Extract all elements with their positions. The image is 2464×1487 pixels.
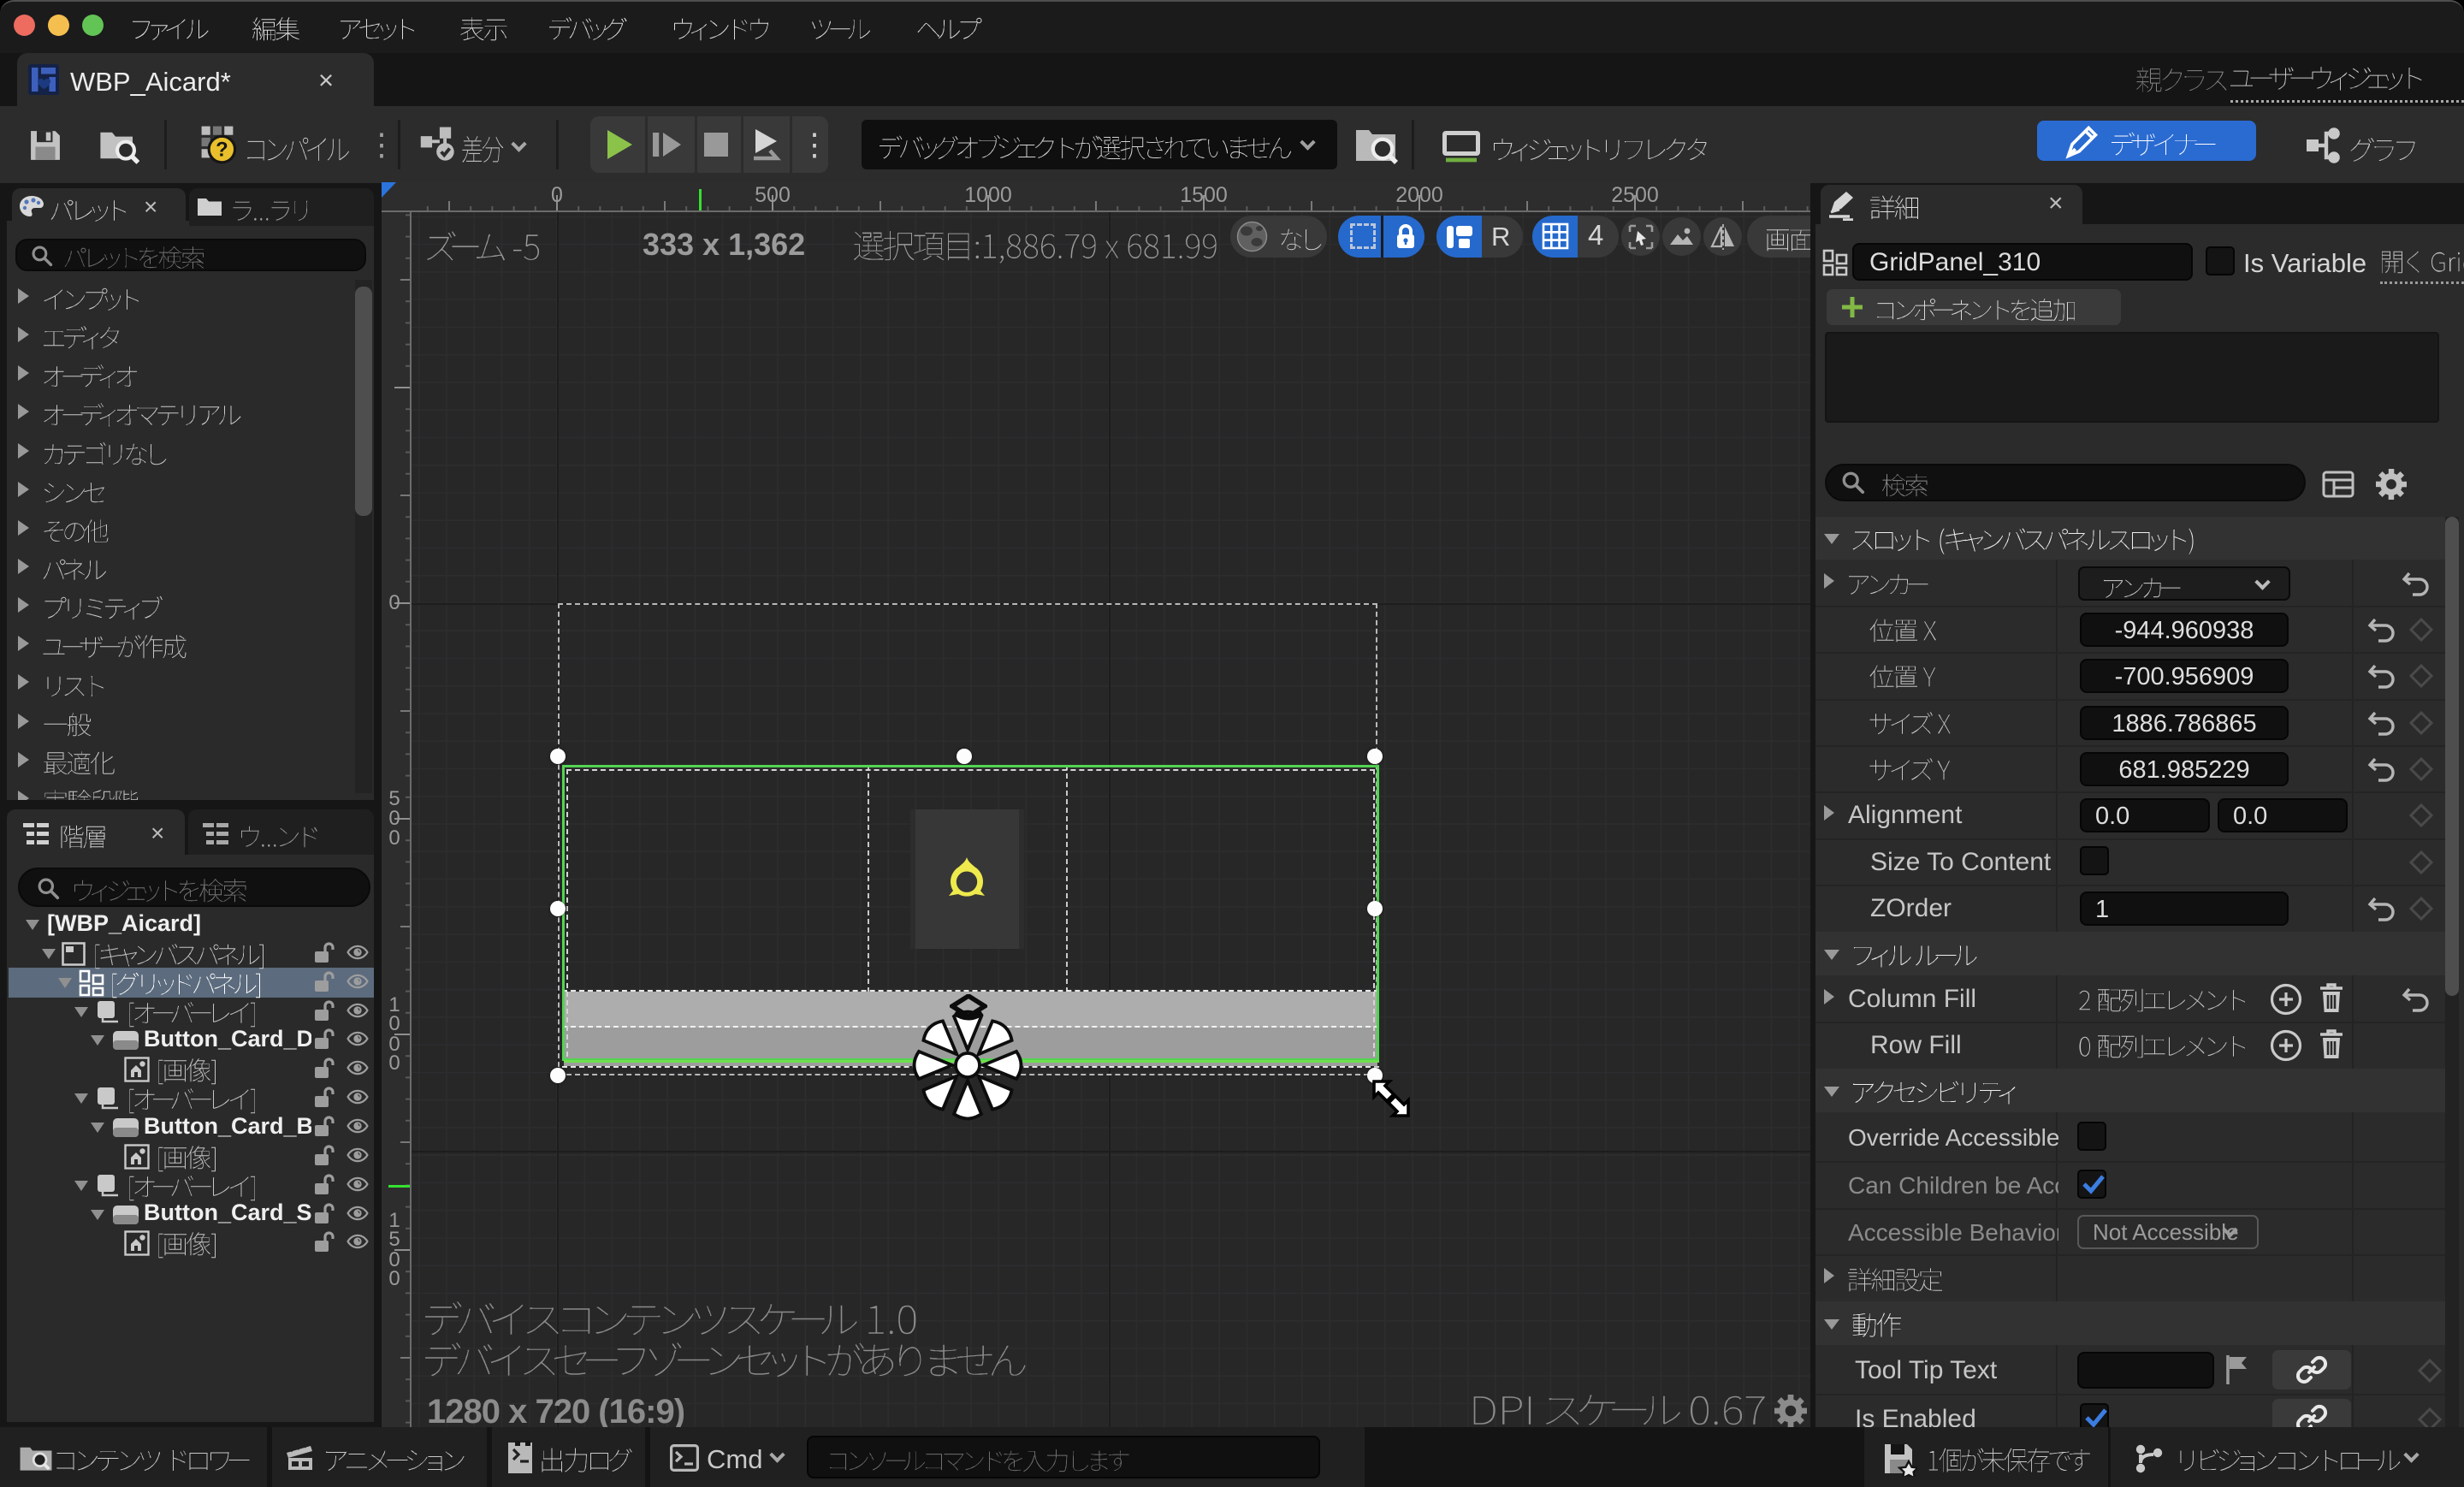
svg-text:?: ? xyxy=(216,138,228,161)
